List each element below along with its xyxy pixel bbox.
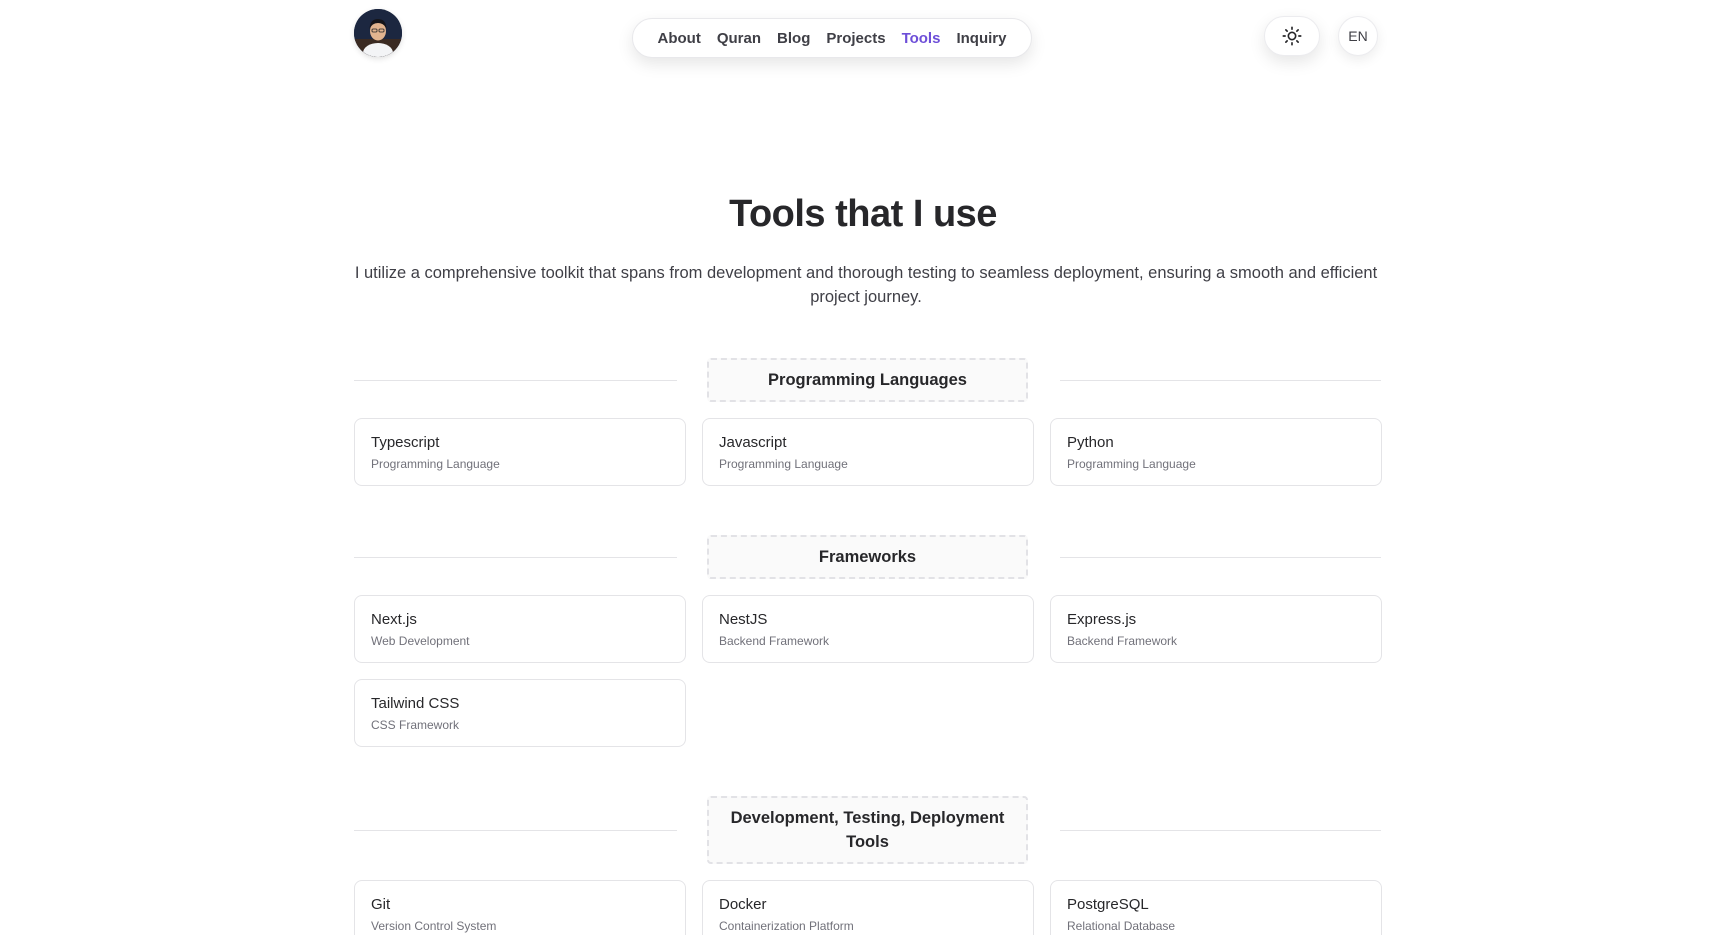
nav-inquiry[interactable]: Inquiry [956, 30, 1006, 47]
tool-category: Backend Framework [1067, 634, 1178, 648]
tool-name: Next.js [371, 611, 417, 628]
tool-card-docker[interactable]: Docker Containerization Platform [702, 880, 1034, 935]
language-button[interactable]: EN [1338, 16, 1378, 56]
theme-toggle-button[interactable] [1264, 16, 1320, 56]
tool-name: Git [371, 896, 391, 913]
tool-category: Containerization Platform [719, 919, 854, 933]
tool-category: Programming Language [371, 457, 500, 471]
avatar[interactable] [354, 9, 402, 57]
nav-about[interactable]: About [658, 30, 701, 47]
tools-page: About Quran Blog Projects Tools Inquiry … [0, 0, 1726, 935]
nav-blog[interactable]: Blog [777, 30, 810, 47]
tool-card-tailwind-css[interactable]: Tailwind CSS CSS Framework [354, 679, 686, 747]
tool-category: Backend Framework [719, 634, 830, 648]
avatar-photo [354, 9, 402, 57]
tool-name: Tailwind CSS [371, 695, 460, 712]
tool-name: Javascript [719, 434, 787, 451]
sun-icon [1282, 26, 1302, 46]
tool-name: Express.js [1067, 611, 1137, 628]
page-title: Tools that I use [729, 193, 997, 235]
tool-name: Typescript [371, 434, 440, 451]
section-divider-right [1060, 380, 1381, 381]
tool-name: Python [1067, 434, 1114, 451]
main-nav: About Quran Blog Projects Tools Inquiry [632, 18, 1032, 58]
tool-card-python[interactable]: Python Programming Language [1050, 418, 1382, 486]
tool-card-nextjs[interactable]: Next.js Web Development [354, 595, 686, 663]
tool-name: Docker [719, 896, 767, 913]
tool-category: Version Control System [371, 919, 497, 933]
nav-projects[interactable]: Projects [826, 30, 885, 47]
tool-name: PostgreSQL [1067, 896, 1149, 913]
section-heading-programming-languages: Programming Languages [707, 358, 1028, 402]
tool-card-postgresql[interactable]: PostgreSQL Relational Database [1050, 880, 1382, 935]
tool-category: Programming Language [1067, 457, 1196, 471]
tool-card-javascript[interactable]: Javascript Programming Language [702, 418, 1034, 486]
section-divider-right [1060, 830, 1381, 831]
nav-tools[interactable]: Tools [902, 30, 941, 47]
tool-card-nestjs[interactable]: NestJS Backend Framework [702, 595, 1034, 663]
page-subtitle: I utilize a comprehensive toolkit that s… [354, 264, 1378, 306]
tool-category: CSS Framework [371, 718, 460, 732]
tool-name: NestJS [719, 611, 768, 628]
section-heading-dev-tools: Development, Testing, Deployment Tools [707, 796, 1028, 864]
tool-category: Web Development [371, 634, 470, 648]
section-divider-left [354, 557, 677, 558]
nav-quran[interactable]: Quran [717, 30, 761, 47]
tool-card-typescript[interactable]: Typescript Programming Language [354, 418, 686, 486]
section-heading-frameworks: Frameworks [707, 535, 1028, 579]
tool-card-expressjs[interactable]: Express.js Backend Framework [1050, 595, 1382, 663]
section-divider-left [354, 380, 677, 381]
section-divider-right [1060, 557, 1381, 558]
tool-category: Programming Language [719, 457, 848, 471]
tool-card-git[interactable]: Git Version Control System [354, 880, 686, 935]
tool-category: Relational Database [1067, 919, 1176, 933]
section-divider-left [354, 830, 677, 831]
